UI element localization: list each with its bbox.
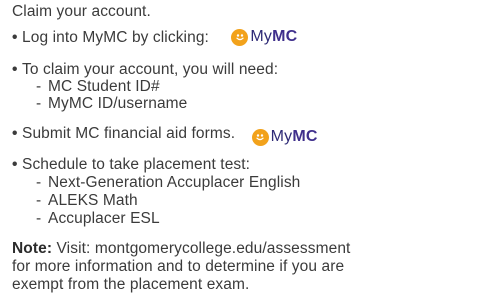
step-claim-text: To claim your account, you will need: bbox=[22, 61, 279, 78]
step-financial-aid-text: Submit MC financial aid forms. bbox=[22, 125, 236, 143]
claim-subitem: - MyMC ID/username bbox=[36, 95, 188, 112]
step-login: • Log into MyMC by clicking: MyMC bbox=[12, 28, 297, 47]
step-login-text: Log into MyMC by clicking: bbox=[22, 29, 209, 47]
claim-subitem: - MC Student ID# bbox=[36, 78, 160, 95]
mymc-financial-aid-link[interactable]: MyMC bbox=[251, 128, 318, 146]
bullet: • bbox=[12, 156, 18, 173]
step-placement: • Schedule to take placement test: bbox=[12, 156, 250, 174]
mymc-logo-text: MyMC bbox=[250, 28, 298, 45]
bullet: • bbox=[12, 125, 18, 143]
mymc-login-link[interactable]: MyMC bbox=[231, 28, 297, 46]
step-claim: • To claim your account, you will need: bbox=[12, 61, 278, 79]
bullet: • bbox=[12, 29, 18, 47]
instructions-panel: Claim your account. • Log into MyMC by cl… bbox=[0, 0, 480, 296]
placement-subitem: - Accuplacer ESL bbox=[36, 210, 160, 227]
mymc-logo-icon bbox=[251, 128, 269, 146]
note-line-2: for more information and to determine if… bbox=[12, 258, 345, 275]
mymc-logo-text: MyMC bbox=[270, 128, 318, 145]
placement-subitem: - Next-Generation Accuplacer English bbox=[36, 174, 301, 191]
step-placement-text: Schedule to take placement test: bbox=[22, 156, 251, 173]
step-financial-aid: • Submit MC financial aid forms. MyMC bbox=[12, 125, 318, 146]
mymc-logo-icon bbox=[231, 28, 249, 46]
note-label: Note: bbox=[12, 240, 53, 257]
note-line-3: exempt from the placement exam. bbox=[12, 276, 250, 293]
heading: Claim your account. bbox=[12, 3, 151, 20]
placement-subitem: - ALEKS Math bbox=[36, 192, 138, 209]
note-link-text: Visit: montgomerycollege.edu/assessment bbox=[52, 240, 351, 257]
bullet: • bbox=[12, 61, 18, 78]
note-line-1: Note: Visit: montgomerycollege.edu/asses… bbox=[12, 240, 350, 258]
